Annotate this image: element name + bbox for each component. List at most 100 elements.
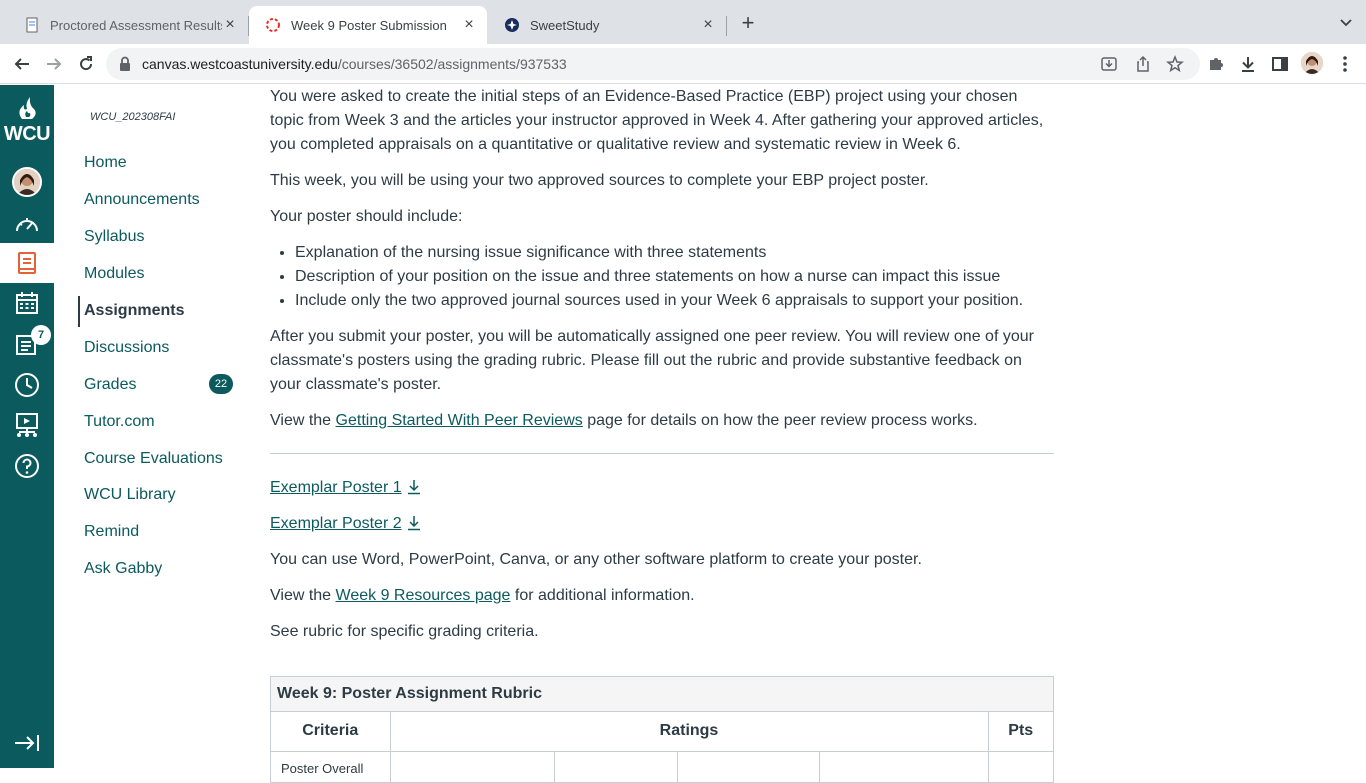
forward-button[interactable] <box>42 52 66 76</box>
cell-divider <box>554 751 555 782</box>
resources-paragraph: View the Week 9 Resources page for addit… <box>270 584 1054 608</box>
global-nav-account[interactable] <box>0 162 54 202</box>
browser-tab-week9[interactable]: Week 9 Poster Submission × <box>249 6 487 44</box>
grades-count-badge: 22 <box>209 374 233 395</box>
canvas-favicon-icon <box>266 18 280 32</box>
course-navigation: WCU_202308FAI Home Announcements Syllabu… <box>54 85 254 768</box>
rubric-note: See rubric for specific grading criteria… <box>270 623 539 640</box>
course-nav-announcements[interactable]: Announcements <box>54 182 254 219</box>
back-button[interactable] <box>10 52 34 76</box>
kebab-menu-icon[interactable] <box>1335 54 1355 74</box>
sweetstudy-favicon-icon <box>505 18 519 32</box>
course-nav-remind[interactable]: Remind <box>54 514 254 551</box>
side-panel-icon[interactable] <box>1270 54 1290 74</box>
address-bar[interactable]: canvas.westcoastuniversity.edu/courses/3… <box>106 48 1200 80</box>
text: page for details on how the peer review … <box>582 412 978 429</box>
close-tab-icon[interactable]: × <box>461 17 477 33</box>
text: View the <box>270 587 336 604</box>
assignment-description: You were asked to create the initial ste… <box>270 85 1054 656</box>
exemplar-2-row: Exemplar Poster 2 <box>270 512 1054 536</box>
tab-search-chevron-icon[interactable] <box>1338 14 1354 30</box>
global-nav-commons[interactable] <box>0 405 54 445</box>
global-nav-help[interactable] <box>0 446 54 486</box>
browser-tab-proctored[interactable]: Proctored Assessment Results × <box>8 6 248 44</box>
download-icon[interactable] <box>406 515 422 531</box>
wcu-logo[interactable]: WCU <box>0 97 54 146</box>
software-paragraph: You can use Word, PowerPoint, Canva, or … <box>270 551 922 568</box>
peer-review-link-paragraph: View the Getting Started With Peer Revie… <box>270 409 1054 433</box>
browser-tabstrip: Proctored Assessment Results × Week 9 Po… <box>0 0 1366 44</box>
commons-icon <box>16 413 38 437</box>
text: for additional information. <box>510 587 695 604</box>
global-nav-calendar[interactable] <box>0 283 54 323</box>
bookmark-star-icon[interactable] <box>1166 55 1184 73</box>
calendar-icon <box>16 292 38 314</box>
global-nav-history[interactable] <box>0 365 54 405</box>
this-week-paragraph: This week, you will be using your two ap… <box>270 172 929 189</box>
peer-review-paragraph: After you submit your poster, you will b… <box>270 328 1034 393</box>
browser-profile-avatar[interactable] <box>1301 52 1323 74</box>
global-nav-courses[interactable] <box>0 243 54 283</box>
tab-title: Proctored Assessment Results <box>50 17 222 33</box>
download-icon[interactable] <box>406 479 422 495</box>
ratings-header: Ratings <box>390 712 989 752</box>
share-icon[interactable] <box>1134 55 1152 73</box>
list-item: Explanation of the nursing issue signifi… <box>295 241 1054 265</box>
url-host: canvas.westcoastuniversity.edu <box>142 56 338 72</box>
install-app-icon[interactable] <box>1100 55 1118 73</box>
text: View the <box>270 412 336 429</box>
dashboard-icon <box>16 218 38 232</box>
course-nav-modules[interactable]: Modules <box>54 256 254 293</box>
course-nav-grades-label: Grades <box>84 375 137 393</box>
course-nav-ask-gabby[interactable]: Ask Gabby <box>54 551 254 588</box>
close-tab-icon[interactable]: × <box>700 17 716 33</box>
week9-resources-link[interactable]: Week 9 Resources page <box>336 587 511 604</box>
cell-divider <box>988 751 989 782</box>
course-nav-syllabus[interactable]: Syllabus <box>54 219 254 256</box>
reload-button[interactable] <box>74 52 98 76</box>
close-tab-icon[interactable]: × <box>222 17 238 33</box>
collapse-nav-button[interactable] <box>0 723 54 763</box>
new-tab-button[interactable]: + <box>736 12 760 36</box>
course-nav-home[interactable]: Home <box>54 145 254 182</box>
divider <box>270 453 1054 454</box>
logo-text: WCU <box>3 123 51 145</box>
course-code: WCU_202308FAI <box>90 111 176 123</box>
cell-divider <box>390 751 391 782</box>
tab-title: SweetStudy <box>530 17 600 33</box>
intro-paragraph: You were asked to create the initial ste… <box>270 88 1044 153</box>
course-nav-tutor[interactable]: Tutor.com <box>54 403 254 440</box>
course-nav-list: Home Announcements Syllabus Modules Assi… <box>54 145 254 588</box>
rubric-title: Week 9: Poster Assignment Rubric <box>271 677 1053 712</box>
collapse-nav-icon <box>15 735 39 751</box>
points-header: Pts <box>988 712 1053 752</box>
inbox-unread-badge: 7 <box>31 325 51 345</box>
account-avatar-icon <box>12 167 42 197</box>
rubric-header-row: Criteria Ratings Pts <box>271 712 1053 752</box>
browser-tab-sweetstudy[interactable]: SweetStudy × <box>488 6 726 44</box>
global-nav-dashboard[interactable] <box>0 205 54 245</box>
criteria-header: Criteria <box>271 712 391 752</box>
rubric-row: Poster Overall <box>271 751 1053 782</box>
downloads-icon[interactable] <box>1238 54 1258 74</box>
peer-reviews-link[interactable]: Getting Started With Peer Reviews <box>336 412 583 429</box>
course-nav-grades[interactable]: Grades 22 <box>54 366 254 403</box>
rubric-table: Week 9: Poster Assignment Rubric Criteri… <box>270 676 1054 783</box>
exemplar-poster-1-link[interactable]: Exemplar Poster 1 <box>270 479 402 496</box>
exemplar-1-row: Exemplar Poster 1 <box>270 476 1054 500</box>
course-nav-evaluations[interactable]: Course Evaluations <box>54 440 254 477</box>
exemplar-poster-2-link[interactable]: Exemplar Poster 2 <box>270 515 402 532</box>
courses-icon <box>18 252 36 274</box>
global-navigation: WCU <box>0 85 54 768</box>
course-nav-library[interactable]: WCU Library <box>54 477 254 514</box>
poster-include-heading: Your poster should include: <box>270 208 463 225</box>
flame-logo-icon <box>19 97 36 119</box>
rubric-grid: Criteria Ratings Pts <box>271 712 1053 752</box>
tab-title: Week 9 Poster Submission <box>291 17 447 33</box>
cell-divider <box>819 751 820 782</box>
extensions-puzzle-icon[interactable] <box>1206 54 1226 74</box>
reload-icon <box>80 56 93 71</box>
course-nav-assignments[interactable]: Assignments <box>54 293 254 330</box>
course-nav-discussions[interactable]: Discussions <box>54 329 254 366</box>
tab-divider <box>726 16 727 36</box>
